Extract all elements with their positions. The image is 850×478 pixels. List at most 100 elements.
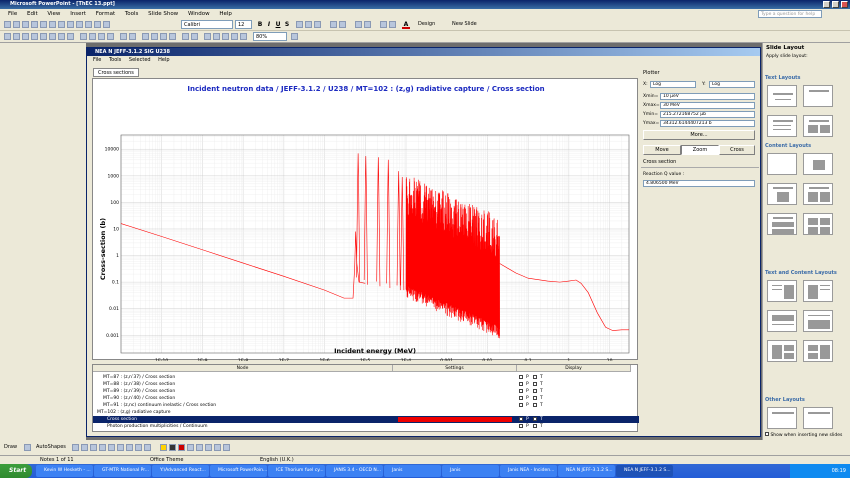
- insert-table-icon[interactable]: [160, 33, 167, 40]
- help-search-input[interactable]: Type a question for help: [758, 10, 822, 18]
- column-display[interactable]: Display: [517, 365, 631, 372]
- show-formatting-icon[interactable]: [191, 33, 198, 40]
- tree-row[interactable]: MT=89 : (z,n’39) / Cross section P T: [93, 388, 639, 395]
- menu-window[interactable]: Window: [188, 11, 210, 17]
- picture-icon[interactable]: [144, 444, 151, 451]
- clipart-icon[interactable]: [135, 444, 142, 451]
- open-doc-icon[interactable]: [13, 33, 20, 40]
- arrow-style-icon[interactable]: [205, 444, 212, 451]
- layout-thumb-title-only[interactable]: [803, 85, 833, 107]
- zoom-combo[interactable]: 80%: [253, 32, 287, 41]
- redo-icon[interactable]: [103, 21, 110, 28]
- janis-menu-file[interactable]: File: [93, 57, 101, 63]
- display-p-checkbox[interactable]: [519, 382, 523, 386]
- layout-thumb-title[interactable]: [767, 85, 797, 107]
- settings-color-swatch[interactable]: [398, 417, 512, 422]
- layout-thumb-text-content-5[interactable]: [767, 340, 797, 362]
- xmax-input[interactable]: 30 MeV: [660, 102, 755, 109]
- grow-font-icon[interactable]: [355, 21, 362, 28]
- show-when-inserting-checkbox[interactable]: [765, 432, 769, 436]
- layout-thumb-blank[interactable]: [767, 153, 797, 175]
- tree-row[interactable]: MT=88 : (z,n’38) / Cross section P T: [93, 381, 639, 388]
- shadow-style-icon[interactable]: [214, 444, 221, 451]
- taskbar-button[interactable]: Kevin W Hesketh - ...: [36, 465, 93, 477]
- undo-icon[interactable]: [94, 21, 101, 28]
- select-objects-icon[interactable]: [24, 444, 31, 451]
- help-icon[interactable]: [291, 33, 298, 40]
- move-button[interactable]: Move: [643, 145, 681, 155]
- layout-thumb-content[interactable]: [803, 153, 833, 175]
- diagram-icon[interactable]: [126, 444, 133, 451]
- cut-icon[interactable]: [58, 21, 65, 28]
- taskbar-button[interactable]: Y:\Advanced React...: [152, 465, 209, 477]
- line-style-icon[interactable]: [187, 444, 194, 451]
- janis-menu-tools[interactable]: Tools: [109, 57, 121, 63]
- close-button[interactable]: [841, 1, 848, 8]
- layout-thumb-title-content[interactable]: [767, 183, 797, 205]
- cut-doc-icon[interactable]: [89, 33, 96, 40]
- display-t-checkbox[interactable]: [533, 417, 537, 421]
- decrease-indent-icon[interactable]: [380, 21, 387, 28]
- arrow-icon[interactable]: [81, 444, 88, 451]
- display-t-checkbox[interactable]: [533, 396, 537, 400]
- menu-view[interactable]: View: [47, 11, 60, 17]
- layout-thumb-text-content-4[interactable]: [803, 310, 833, 332]
- layout-thumb-bullets[interactable]: [767, 115, 797, 137]
- line-icon[interactable]: [72, 444, 79, 451]
- print-preview-icon[interactable]: [58, 33, 65, 40]
- display-p-checkbox[interactable]: [519, 424, 523, 428]
- menu-edit[interactable]: Edit: [27, 11, 38, 17]
- align-right-icon[interactable]: [314, 21, 321, 28]
- new-slide-button[interactable]: New Slide: [452, 20, 477, 29]
- research-icon[interactable]: [80, 33, 87, 40]
- draw-menu-button[interactable]: Draw: [4, 444, 17, 450]
- tables-borders-icon[interactable]: [169, 33, 176, 40]
- bullets-icon[interactable]: [339, 21, 346, 28]
- layout-thumb-two-column[interactable]: [803, 115, 833, 137]
- display-p-checkbox[interactable]: [519, 396, 523, 400]
- menu-help[interactable]: Help: [219, 11, 232, 17]
- save-icon[interactable]: [22, 21, 29, 28]
- column-settings[interactable]: Settings: [393, 365, 517, 372]
- display-t-checkbox[interactable]: [533, 375, 537, 379]
- zoom-button[interactable]: Zoom: [681, 145, 719, 155]
- grid-icon[interactable]: [204, 33, 211, 40]
- font-size-combo[interactable]: 12: [235, 20, 252, 29]
- display-t-checkbox[interactable]: [533, 382, 537, 386]
- janis-menu-help[interactable]: Help: [158, 57, 169, 63]
- tree-row[interactable]: MT=87 : (z,n’37) / Cross section P T: [93, 374, 639, 381]
- dash-style-icon[interactable]: [196, 444, 203, 451]
- menu-insert[interactable]: Insert: [70, 11, 86, 17]
- cross-button[interactable]: Cross: [719, 145, 755, 155]
- format-icon[interactable]: [240, 33, 247, 40]
- align-left-icon[interactable]: [296, 21, 303, 28]
- font-color-draw-icon[interactable]: [178, 444, 185, 451]
- save-doc-icon[interactable]: [22, 33, 29, 40]
- menu-format[interactable]: Format: [96, 11, 115, 17]
- taskbar-button[interactable]: GT-MTR National Pr...: [94, 465, 151, 477]
- shrink-font-icon[interactable]: [364, 21, 371, 28]
- tree-row[interactable]: MT=102 : (z,g) radiative capture: [93, 409, 639, 416]
- fill-color-icon[interactable]: [160, 444, 167, 451]
- print-icon[interactable]: [31, 21, 38, 28]
- permission-icon[interactable]: [31, 33, 38, 40]
- taskbar-button[interactable]: Janis NEA - Inciden...: [500, 465, 557, 477]
- increase-indent-icon[interactable]: [389, 21, 396, 28]
- layout-thumb-text-content-3[interactable]: [767, 310, 797, 332]
- design-button[interactable]: Design: [418, 20, 435, 29]
- display-t-checkbox[interactable]: [533, 424, 537, 428]
- taskbar-button[interactable]: Janis: [442, 465, 499, 477]
- autoshapes-button[interactable]: AutoShapes: [36, 444, 66, 450]
- maximize-button[interactable]: [832, 1, 839, 8]
- taskbar-button[interactable]: Janis: [384, 465, 441, 477]
- column-node[interactable]: Node: [93, 365, 393, 372]
- start-button[interactable]: Start: [0, 464, 32, 478]
- layout-thumb-other-1[interactable]: [767, 407, 797, 429]
- italic-button[interactable]: I: [265, 20, 273, 29]
- copy-doc-icon[interactable]: [98, 33, 105, 40]
- rectangle-icon[interactable]: [90, 444, 97, 451]
- spelling-icon[interactable]: [49, 21, 56, 28]
- format-painter-icon[interactable]: [85, 21, 92, 28]
- tree-row[interactable]: MT=90 : (z,n’40) / Cross section P T: [93, 395, 639, 402]
- layout-thumb-two-content[interactable]: [803, 183, 833, 205]
